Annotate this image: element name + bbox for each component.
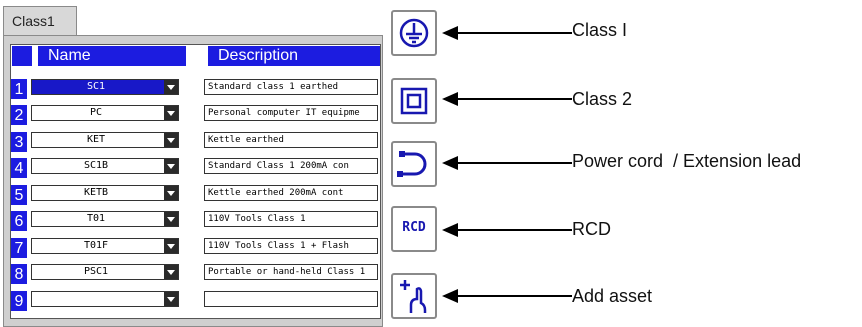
name-select[interactable]: T01 <box>31 211 179 227</box>
chevron-down-icon[interactable] <box>164 133 178 147</box>
callout-class-2: Class 2 <box>572 89 633 109</box>
chevron-down-icon[interactable] <box>164 80 178 94</box>
chevron-down-icon[interactable] <box>164 292 178 306</box>
callout-add-asset: Add asset <box>572 286 653 306</box>
chevron-down-icon[interactable] <box>164 212 178 226</box>
callout-arrow <box>442 289 572 303</box>
chevron-down-icon[interactable] <box>164 186 178 200</box>
name-select[interactable] <box>31 291 179 307</box>
chevron-down-icon[interactable] <box>164 239 178 253</box>
name-value: KET <box>86 134 106 145</box>
name-select[interactable]: PC <box>31 105 179 121</box>
row-number: 2 <box>11 105 27 125</box>
description-field[interactable]: 110V Tools Class 1 <box>204 211 378 227</box>
name-select[interactable]: SC1 <box>31 79 179 95</box>
description-value: Kettle earthed 200mA cont <box>208 188 344 198</box>
name-value: T01F <box>83 240 109 251</box>
description-field[interactable]: Standard Class 1 200mA con <box>204 158 378 174</box>
row-number: 7 <box>11 238 27 258</box>
header-spacer <box>12 46 32 66</box>
chevron-down-icon[interactable] <box>164 159 178 173</box>
rcd-icon: RCD <box>402 220 426 235</box>
class-panel: Name Description 1 SC1 Standard class 1 … <box>3 35 383 327</box>
description-field[interactable] <box>204 291 378 307</box>
description-field[interactable]: Personal computer IT equipme <box>204 105 378 121</box>
row-number: 1 <box>11 79 27 99</box>
rcd-button[interactable]: RCD <box>391 206 437 252</box>
class-1-button[interactable] <box>391 10 437 56</box>
description-field[interactable]: Standard class 1 earthed <box>204 79 378 95</box>
description-field[interactable]: Kettle earthed 200mA cont <box>204 185 378 201</box>
add-asset-icon <box>400 280 427 313</box>
name-value: SC1 <box>86 81 106 92</box>
name-value: T01 <box>86 213 106 224</box>
description-field[interactable]: Kettle earthed <box>204 132 378 148</box>
description-value: Kettle earthed <box>208 135 284 145</box>
column-header-description: Description <box>208 46 380 66</box>
name-value: KETB <box>83 187 109 198</box>
row-number: 9 <box>11 291 27 311</box>
add-asset-button[interactable] <box>391 273 437 319</box>
callout-rcd: RCD <box>572 219 611 239</box>
row-number: 8 <box>11 264 27 284</box>
earth-ground-icon <box>399 18 429 48</box>
callout-power-cord: Power cord / Extension lead <box>572 151 802 171</box>
row-number: 3 <box>11 132 27 152</box>
description-field[interactable]: 110V Tools Class 1 + Flash <box>204 238 378 254</box>
description-field[interactable]: Portable or hand-held Class 1 <box>204 264 378 280</box>
callout-arrow <box>442 156 572 170</box>
callout-arrow <box>442 92 572 106</box>
description-value: Personal computer IT equipme <box>208 108 360 118</box>
name-select[interactable]: KET <box>31 132 179 148</box>
class-2-button[interactable] <box>391 78 437 124</box>
tab-label: Class1 <box>12 13 55 29</box>
name-value: SC1B <box>83 160 109 171</box>
chevron-down-icon[interactable] <box>164 265 178 279</box>
power-cord-icon <box>397 151 427 177</box>
callout-arrow <box>442 223 572 237</box>
name-select[interactable]: PSC1 <box>31 264 179 280</box>
chevron-down-icon[interactable] <box>164 106 178 120</box>
name-select[interactable]: SC1B <box>31 158 179 174</box>
tab-class1[interactable]: Class1 <box>3 6 77 36</box>
description-value: 110V Tools Class 1 <box>208 214 306 224</box>
callout-class-1: Class I <box>572 20 628 40</box>
callout-arrow <box>442 26 572 40</box>
name-value: PSC1 <box>83 266 109 277</box>
column-header-name: Name <box>38 46 186 66</box>
power-cord-button[interactable] <box>391 141 437 187</box>
double-square-icon <box>400 87 428 115</box>
name-select[interactable]: T01F <box>31 238 179 254</box>
row-number: 4 <box>11 158 27 178</box>
name-value: PC <box>89 107 103 118</box>
name-select[interactable]: KETB <box>31 185 179 201</box>
row-number: 6 <box>11 211 27 231</box>
description-value: Standard class 1 earthed <box>208 82 339 92</box>
row-number: 5 <box>11 185 27 205</box>
description-value: Portable or hand-held Class 1 <box>208 267 366 277</box>
description-value: 110V Tools Class 1 + Flash <box>208 241 349 251</box>
description-value: Standard Class 1 200mA con <box>208 161 349 171</box>
